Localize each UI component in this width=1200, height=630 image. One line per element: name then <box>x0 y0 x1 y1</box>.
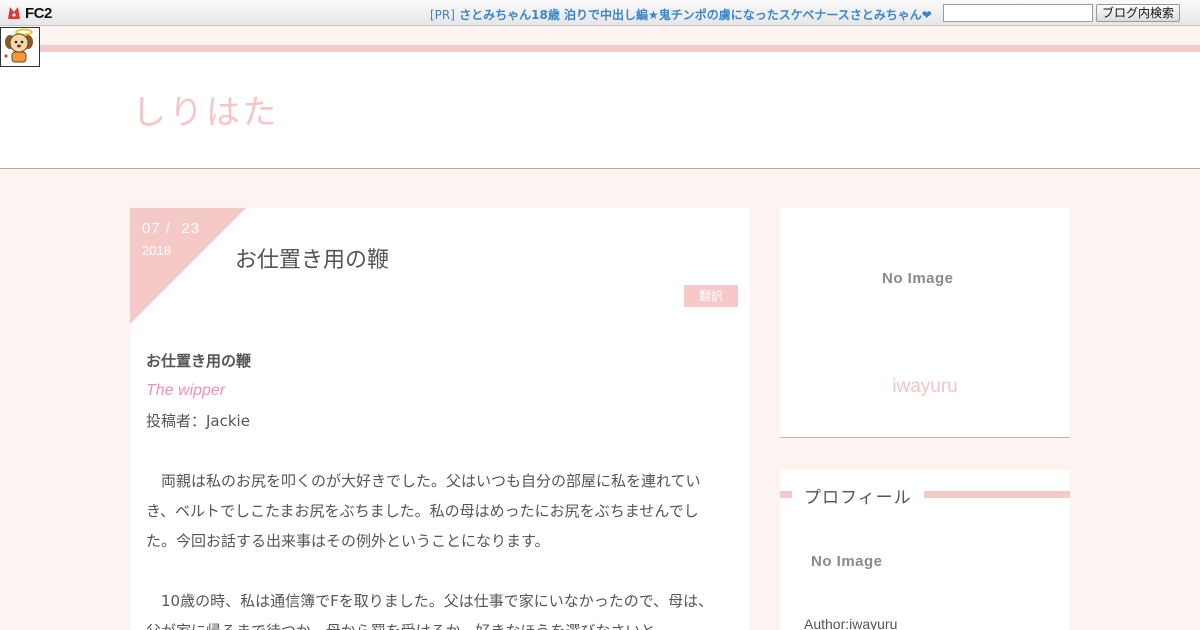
blog-search-button[interactable]: ブログ内検索 <box>1096 4 1180 22</box>
blog-title[interactable]: しりはた <box>132 85 279 134</box>
pr-ad-link[interactable]: [PR] さとみちゃん18歳 泊りで中出し編★鬼チンポの虜になったスケベナースさ… <box>430 6 932 23</box>
entry-date-year: 2018 <box>142 243 171 258</box>
header-top-tint <box>0 27 1200 45</box>
category-tag[interactable]: 翻訳 <box>684 285 738 307</box>
profile-author: Author:iwayuru <box>804 616 898 630</box>
heading-bar-left <box>780 491 792 498</box>
blog-header: しりはた <box>0 27 1200 169</box>
profile-heading: プロフィール <box>804 488 912 508</box>
heading-bar-right <box>924 491 1070 498</box>
pr-ad-text: さとみちゃん18歳 泊りで中出し編★鬼チンポの虜になったスケベナースさとみちゃん… <box>459 8 932 22</box>
user-name-link[interactable]: iwayuru <box>780 376 1070 398</box>
body-english-title: The wipper <box>146 382 226 399</box>
fc2-logo-icon <box>6 5 22 21</box>
pr-tag: [PR] <box>430 8 455 22</box>
fc2-toolbar: FC2 [PR] さとみちゃん18歳 泊りで中出し編★鬼チンポの虜になったスケベ… <box>0 0 1200 26</box>
fc2-logo-text: FC2 <box>25 4 52 22</box>
entry-title[interactable]: お仕置き用の鞭 <box>235 242 389 274</box>
no-image-placeholder: No Image <box>882 270 954 287</box>
header-accent-stripe <box>0 45 1200 52</box>
profile-no-image-placeholder: No Image <box>811 553 883 570</box>
entry-body: お仕置き用の鞭 The wipper 投稿者：Jackie 両親は私のお尻を叩く… <box>146 346 726 630</box>
fc2-logo[interactable]: FC2 <box>6 4 52 22</box>
body-paragraph: 両親は私のお尻を叩くのが大好きでした。父はいつも自分の部屋に私を連れていき、ベル… <box>146 472 701 550</box>
blog-entry: 07 / 23 2018 お仕置き用の鞭 翻訳 お仕置き用の鞭 The wipp… <box>130 208 750 630</box>
sidebar-profile: プロフィール No Image Author:iwayuru <box>780 470 1070 630</box>
entry-date-month-day: 07 / 23 <box>142 220 201 237</box>
blog-search-input[interactable] <box>943 4 1093 22</box>
mascot-icon[interactable] <box>0 27 40 67</box>
sidebar-user-card: No Image iwayuru <box>780 208 1070 438</box>
body-paragraph: 10歳の時、私は通信簿でFを取りました。父は仕事で家にいなかったので、母は、父が… <box>146 592 714 630</box>
body-author: 投稿者：Jackie <box>146 412 250 430</box>
body-title: お仕置き用の鞭 <box>146 352 252 370</box>
